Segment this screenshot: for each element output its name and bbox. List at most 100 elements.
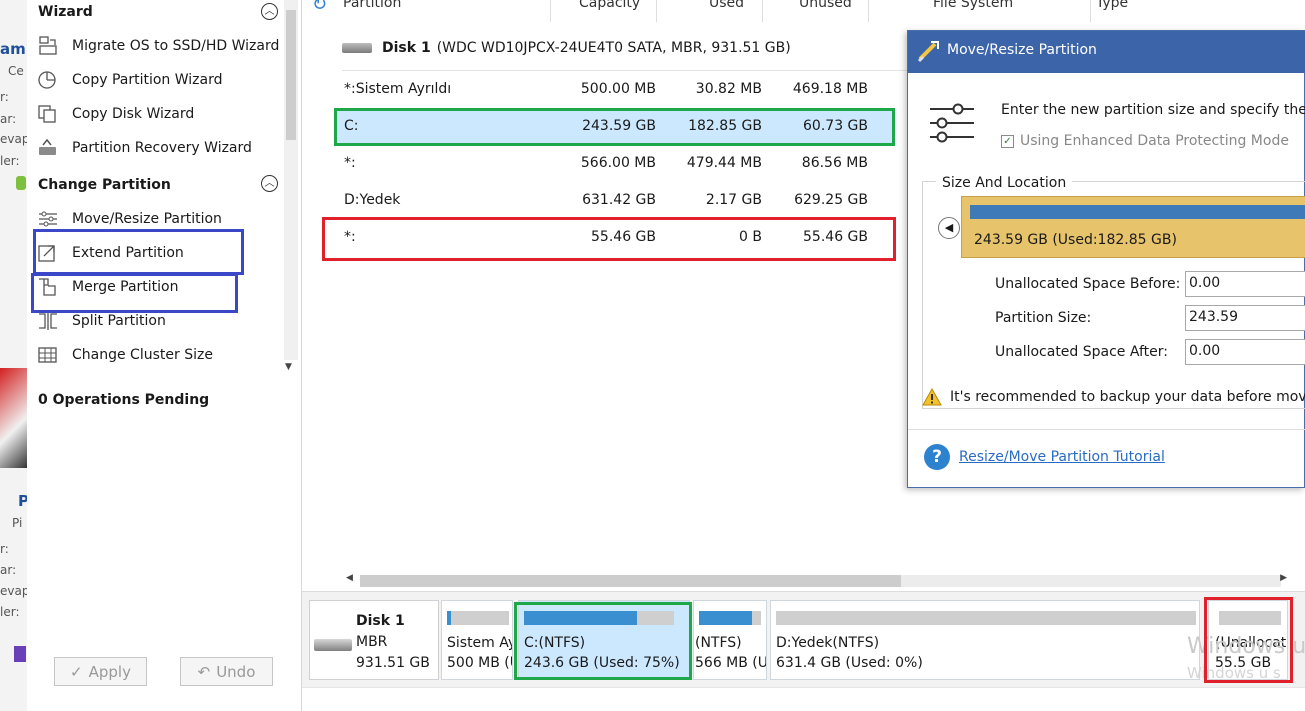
- operations-pending: 0 Operations Pending: [38, 392, 210, 408]
- app-icon: [14, 646, 26, 662]
- sidebar-item-copy-partition[interactable]: Copy Partition Wizard: [37, 65, 282, 95]
- sidebar-item-cluster-size[interactable]: Change Cluster Size: [37, 340, 282, 370]
- sidebar-item-extend[interactable]: Extend Partition: [37, 238, 282, 268]
- warning-icon: [922, 387, 942, 406]
- checkbox-label: Using Enhanced Data Protecting Mode: [1020, 133, 1289, 149]
- fragment-text: r:: [0, 542, 9, 556]
- fragment-text: ler:: [0, 605, 20, 619]
- table-row-selected[interactable]: C: 243.59 GB 182.85 GB 60.73 GB: [336, 109, 892, 145]
- partition-used: 0 B: [739, 229, 762, 245]
- copy-partition-icon: [37, 70, 59, 90]
- thumbnail-image: [0, 368, 27, 468]
- sidebar-item-label: Migrate OS to SSD/HD Wizard: [72, 38, 280, 54]
- unallocated-before-input[interactable]: 0.00: [1185, 271, 1305, 297]
- usage-bar-fill: [524, 611, 637, 625]
- scrollbar-thumb[interactable]: [360, 575, 901, 587]
- partition-size-label: 566 MB (U: [695, 655, 767, 671]
- enhanced-mode-checkbox[interactable]: ✓ Using Enhanced Data Protecting Mode: [1001, 133, 1289, 149]
- horizontal-scrollbar[interactable]: ◀ ▶: [346, 573, 1287, 589]
- fragment-text: evap: [0, 132, 27, 146]
- partition-size-input[interactable]: 243.59: [1185, 305, 1305, 331]
- undo-button[interactable]: ↶ Undo: [180, 657, 273, 686]
- wizard-section-title: Wizard: [38, 4, 93, 20]
- extend-icon: [37, 243, 59, 263]
- fragment-text: ar:: [0, 112, 17, 126]
- partition-recovery-icon: [37, 138, 59, 158]
- checkbox-check-icon[interactable]: ✓: [1001, 134, 1014, 148]
- sidebar-item-move-resize[interactable]: Move/Resize Partition: [37, 204, 282, 234]
- partition-resize-block[interactable]: 243.59 GB (Used:182.85 GB): [961, 196, 1305, 258]
- help-icon[interactable]: ?: [924, 444, 950, 470]
- disk-map-partition-selected[interactable]: C:(NTFS) 243.6 GB (Used: 75%): [518, 600, 690, 680]
- fragment-text: P: [18, 492, 27, 510]
- disk-map-partition[interactable]: D:Yedek(NTFS) 631.4 GB (Used: 0%): [770, 600, 1200, 680]
- header-label: Used: [709, 0, 745, 11]
- cluster-size-icon: [37, 345, 59, 365]
- table-row[interactable]: *: 55.46 GB 0 B 55.46 GB: [336, 220, 892, 256]
- sidebar-scrollbar[interactable]: ▼: [284, 0, 298, 372]
- fragment-text: Pi: [12, 516, 23, 530]
- column-header-unused[interactable]: Unused: [763, 0, 869, 22]
- column-header-used[interactable]: Used: [657, 0, 763, 22]
- unallocated-after-input[interactable]: 0.00: [1185, 339, 1305, 365]
- table-row[interactable]: *:Sistem Ayrıldı 500.00 MB 30.82 MB 469.…: [336, 72, 892, 108]
- collapse-wizard-icon[interactable]: ︿: [261, 3, 278, 20]
- chevron-left-icon[interactable]: ◀: [938, 217, 960, 239]
- header-label: File System: [933, 0, 1014, 11]
- split-icon: [37, 311, 59, 331]
- fragment-text: r:: [0, 90, 9, 104]
- partition-unused: 629.25 GB: [794, 192, 868, 208]
- sidebar-scrollbar-thumb[interactable]: [286, 10, 296, 140]
- dialog-title-bar[interactable]: Move/Resize Partition: [908, 31, 1305, 73]
- usage-bar-fill: [699, 611, 752, 625]
- sidebar-item-migrate-os[interactable]: Migrate OS to SSD/HD Wizard: [37, 31, 282, 61]
- scroll-left-icon[interactable]: ◀: [346, 573, 353, 583]
- disk-map-disk-size: 931.51 GB: [356, 655, 430, 671]
- column-header-type[interactable]: Type: [1091, 0, 1211, 22]
- disk-map-partition[interactable]: Sistem Ayrıldı 500 MB (Used: [441, 600, 513, 680]
- partition-capacity: 500.00 MB: [580, 81, 656, 97]
- disk-header-row[interactable]: Disk 1 (WDC WD10JPCX-24UE4T0 SATA, MBR, …: [342, 36, 791, 60]
- disk-map-partition[interactable]: (NTFS) 566 MB (U: [693, 600, 767, 680]
- dialog-divider: [908, 429, 1305, 430]
- column-header-file-system[interactable]: File System: [869, 0, 1091, 22]
- table-row[interactable]: D:Yedek 631.42 GB 2.17 GB 629.25 GB: [336, 183, 892, 219]
- header-label: Partition: [343, 0, 402, 11]
- sidebar-item-copy-disk[interactable]: Copy Disk Wizard: [37, 99, 282, 129]
- group-title: Size And Location: [936, 175, 1073, 191]
- sidebar-item-partition-recovery[interactable]: Partition Recovery Wizard: [37, 133, 282, 163]
- column-header-capacity[interactable]: Capacity: [551, 0, 657, 22]
- header-label: Type: [1096, 0, 1129, 11]
- partition-used-bar: [970, 205, 1305, 219]
- tutorial-link[interactable]: Resize/Move Partition Tutorial: [959, 449, 1165, 465]
- header-label: Unused: [799, 0, 852, 11]
- usage-bar: [524, 611, 674, 625]
- partition-capacity: 566.00 MB: [580, 155, 656, 171]
- dialog-title: Move/Resize Partition: [947, 42, 1097, 58]
- sidebar-item-merge[interactable]: Merge Partition: [37, 272, 282, 302]
- column-header-partition[interactable]: Partition: [342, 0, 551, 22]
- usage-bar-fill: [447, 611, 451, 625]
- partition-unused: 60.73 GB: [803, 118, 868, 134]
- sidebar-item-label: Split Partition: [72, 313, 166, 329]
- partition-used: 30.82 MB: [695, 81, 762, 97]
- scroll-right-icon[interactable]: ▶: [1280, 573, 1287, 583]
- sidebar-item-label: Copy Disk Wizard: [72, 106, 195, 122]
- collapse-change-partition-icon[interactable]: ︿: [261, 175, 278, 192]
- partition-name: C:: [344, 118, 359, 134]
- change-partition-section-title: Change Partition: [38, 177, 171, 193]
- scroll-down-icon[interactable]: ▼: [285, 362, 292, 372]
- sidebar-item-label: Copy Partition Wizard: [72, 72, 223, 88]
- sidebar-item-label: Partition Recovery Wizard: [72, 140, 252, 156]
- table-row[interactable]: *: 566.00 MB 479.44 MB 86.56 MB: [336, 146, 892, 182]
- usage-bar: [447, 611, 509, 625]
- disk-map-disk-card[interactable]: Disk 1 MBR 931.51 GB: [309, 600, 439, 680]
- windows-activation-watermark: Windows u: [1187, 634, 1305, 659]
- partition-used: 182.85 GB: [688, 118, 762, 134]
- partition-size-label: 243.6 GB (Used: 75%): [524, 655, 680, 671]
- partition-label: C:(NTFS): [524, 635, 586, 651]
- move-resize-app-icon: [917, 39, 941, 63]
- apply-button[interactable]: ✓ Apply: [54, 657, 147, 686]
- refresh-icon[interactable]: ↻: [312, 0, 327, 15]
- sidebar-item-split[interactable]: Split Partition: [37, 306, 282, 336]
